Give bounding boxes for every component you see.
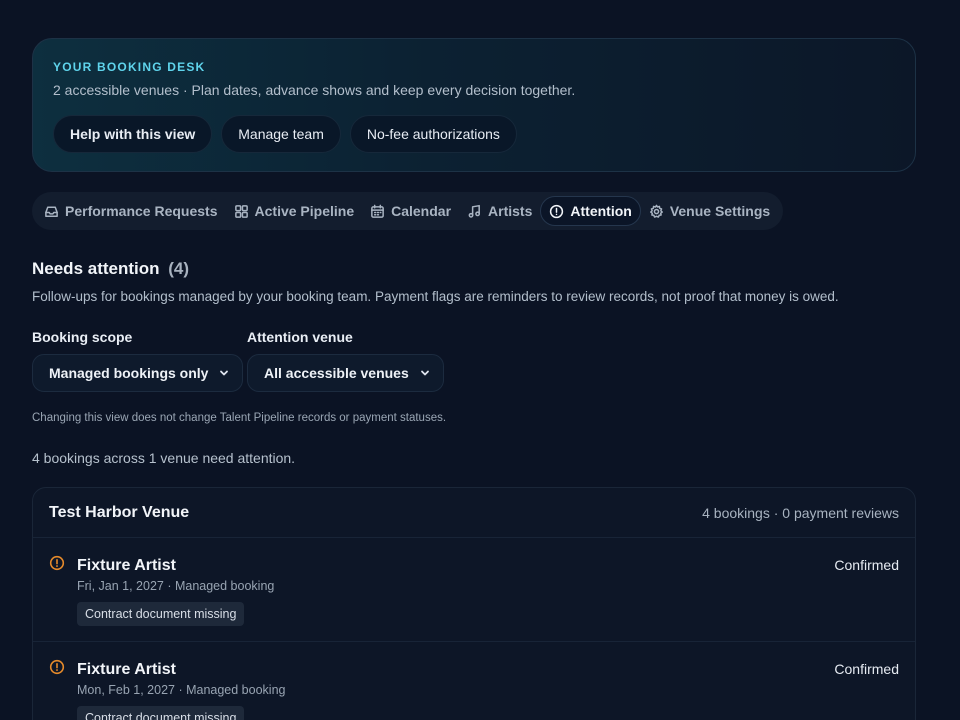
section-description: Follow-ups for bookings managed by your …	[32, 289, 839, 304]
venue-card-header: Test Harbor Venue 4 bookings · 0 payment…	[33, 488, 915, 538]
inbox-icon	[45, 206, 58, 217]
chevron-down-icon	[220, 370, 229, 376]
section-tabs: Performance Requests Active Pipeline Cal…	[32, 192, 783, 230]
booking-artist[interactable]: Fixture Artist	[77, 661, 176, 679]
booking-desk-hero: YOUR BOOKING DESK 2 accessible venues · …	[32, 38, 916, 172]
filter-note: Changing this view does not change Talen…	[32, 412, 447, 424]
booking-date: Fri, Jan 1, 2027 · Managed booking	[77, 579, 275, 593]
section-title-text: Needs attention	[32, 259, 160, 278]
manage-team-button[interactable]: Manage team	[221, 115, 341, 153]
booking-date: Mon, Feb 1, 2027 · Managed booking	[77, 683, 286, 697]
booking-desk-page: YOUR BOOKING DESK 2 accessible venues · …	[0, 0, 960, 720]
attention-summary: 4 bookings across 1 venue need attention…	[32, 450, 296, 466]
venue-card: Test Harbor Venue 4 bookings · 0 payment…	[32, 487, 916, 720]
tab-calendar[interactable]: Calendar	[362, 196, 459, 226]
tab-label: Attention	[570, 203, 632, 219]
tab-attention[interactable]: Attention	[540, 196, 641, 226]
booking-row[interactable]: Fixture Artist Mon, Feb 1, 2027 · Manage…	[33, 642, 915, 720]
calendar-icon	[371, 204, 384, 218]
help-with-view-button[interactable]: Help with this view	[53, 115, 213, 153]
venue-meta: 4 bookings · 0 payment reviews	[702, 504, 899, 521]
booking-row[interactable]: Fixture Artist Fri, Jan 1, 2027 · Manage…	[33, 538, 915, 642]
issue-tag: Contract document missing	[77, 602, 245, 626]
warning-icon	[49, 659, 65, 675]
chevron-down-icon	[420, 370, 429, 376]
tab-active-pipeline[interactable]: Active Pipeline	[226, 196, 363, 226]
booking-scope-label: Booking scope	[32, 329, 133, 345]
booking-artist[interactable]: Fixture Artist	[77, 557, 176, 575]
booking-scope-value: Managed bookings only	[49, 365, 209, 381]
attention-venue-label: Attention venue	[247, 329, 353, 345]
attention-venue-select[interactable]: All accessible venues	[247, 354, 444, 392]
attention-count: (4)	[168, 259, 190, 278]
booking-status: Confirmed	[834, 557, 899, 573]
gear-icon	[649, 204, 663, 218]
hero-eyebrow: YOUR BOOKING DESK	[53, 60, 206, 74]
tab-label: Venue Settings	[669, 203, 771, 219]
tab-performance-requests[interactable]: Performance Requests	[36, 196, 226, 226]
alert-circle-icon	[550, 204, 564, 218]
booking-scope-select[interactable]: Managed bookings only	[32, 354, 244, 392]
tab-venue-settings[interactable]: Venue Settings	[641, 196, 778, 226]
grid-icon	[234, 204, 248, 218]
page-title: Needs attention (4)	[32, 259, 189, 279]
tab-label: Calendar	[391, 203, 452, 219]
venue-name: Test Harbor Venue	[49, 503, 190, 521]
issue-tag: Contract document missing	[77, 706, 245, 720]
tab-label: Artists	[488, 203, 533, 219]
tab-label: Active Pipeline	[254, 203, 355, 219]
warning-icon	[49, 555, 65, 571]
attention-venue-value: All accessible venues	[264, 365, 409, 381]
hero-subtitle: 2 accessible venues · Plan dates, advanc…	[53, 82, 576, 98]
tab-artists[interactable]: Artists	[459, 196, 540, 226]
tab-label: Performance Requests	[65, 203, 218, 219]
hero-actions: Help with this view Manage team No-fee a…	[53, 115, 517, 153]
no-fee-authorizations-button[interactable]: No-fee authorizations	[349, 115, 517, 153]
music-note-icon	[468, 204, 481, 218]
booking-status: Confirmed	[834, 661, 899, 677]
